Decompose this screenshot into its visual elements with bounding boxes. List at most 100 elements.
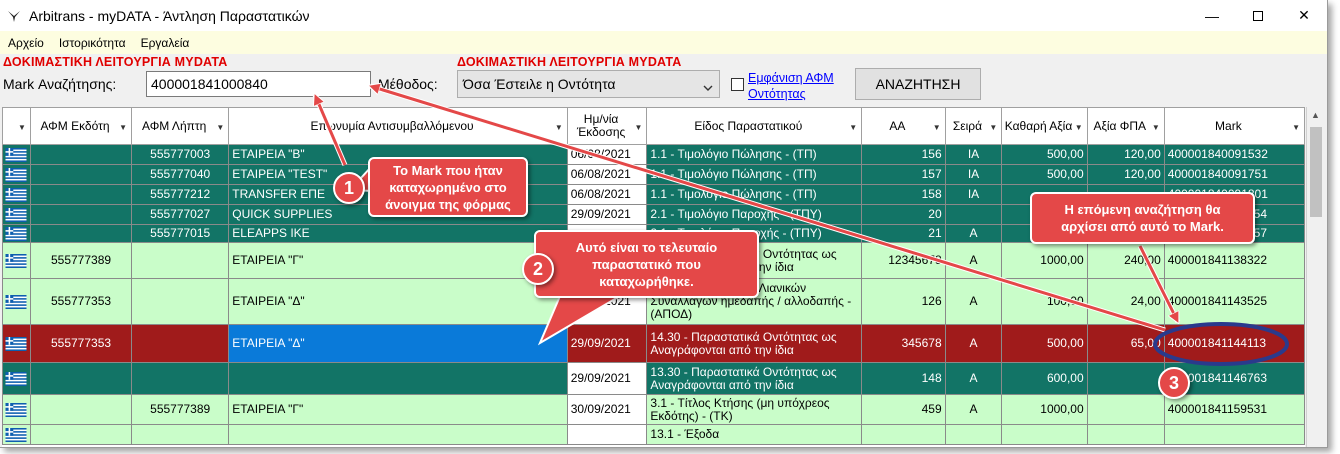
table-row[interactable]: 555777003 ΕΤΑΙΡΕΙΑ "Β" 06/08/2021 1.1 - Τιμ… xyxy=(2,144,1305,165)
cell-net-value[interactable]: 500,00 xyxy=(1001,144,1088,165)
show-afm-link[interactable]: Εμφάνιση ΑΦΜ Οντότητας xyxy=(748,70,834,102)
cell-aa[interactable]: 126 xyxy=(861,278,946,325)
cell-vat-value[interactable] xyxy=(1086,362,1165,395)
header-issuer-afm[interactable]: ΑΦΜ Εκδότη ▼ xyxy=(29,107,133,145)
cell-vat-value[interactable]: 24,00 xyxy=(1086,278,1165,325)
cell-document-type[interactable]: 1.1 - Τιμολόγιο Πώλησης - (ΤΠ) xyxy=(646,144,863,165)
cell-issue-date[interactable]: 06/08/2021 xyxy=(566,184,648,205)
cell-issue-date[interactable]: 30/09/2021 xyxy=(566,394,648,425)
flag-icon[interactable] xyxy=(2,164,31,185)
cell-receiver-afm[interactable] xyxy=(131,424,230,445)
cell-aa[interactable]: 148 xyxy=(861,362,946,395)
cell-counterparty-name[interactable]: ΕΤΑΙΡΕΙΑ "Γ" xyxy=(228,242,568,279)
cell-receiver-afm[interactable]: 555777040 xyxy=(131,164,230,185)
cell-aa[interactable]: 21 xyxy=(861,224,946,243)
cell-net-value[interactable]: 500,00 xyxy=(1001,324,1088,363)
header-mark[interactable]: Mark ▼ xyxy=(1163,107,1305,145)
flag-icon[interactable] xyxy=(2,324,31,363)
cell-series[interactable]: Α xyxy=(944,362,1003,395)
cell-aa[interactable]: 345678 xyxy=(861,324,946,363)
cell-mark[interactable]: 400001841143525 xyxy=(1163,278,1305,325)
cell-mark[interactable]: 400001840091751 xyxy=(1163,164,1305,185)
cell-net-value[interactable]: 1000,00 xyxy=(1001,242,1088,279)
cell-net-value[interactable]: 500,00 xyxy=(1001,164,1088,185)
header-document-type[interactable]: Είδος Παραστατικού ▼ xyxy=(646,107,863,145)
cell-series[interactable]: ΙΑ xyxy=(944,144,1003,165)
cell-counterparty-name[interactable] xyxy=(228,424,568,445)
cell-receiver-afm[interactable] xyxy=(131,278,230,325)
cell-issuer-afm[interactable] xyxy=(29,224,133,243)
cell-document-type[interactable]: 3.1 - Τίτλος Κτήσης (μη υπόχρεος Εκδότης… xyxy=(646,394,863,425)
header-flag[interactable]: ▼ xyxy=(2,107,31,145)
cell-document-type[interactable]: 1.1 - Τιμολόγιο Πώλησης - (ΤΠ) xyxy=(646,164,863,185)
cell-receiver-afm[interactable] xyxy=(131,362,230,395)
cell-mark[interactable] xyxy=(1163,424,1305,445)
flag-icon[interactable] xyxy=(2,424,31,445)
cell-counterparty-name[interactable]: ΕΤΑΙΡΕΙΑ "Δ" xyxy=(228,278,568,325)
header-series[interactable]: Σειρά ▼ xyxy=(944,107,1003,145)
cell-issue-date[interactable]: 06/08/2021 xyxy=(566,164,648,185)
cell-series[interactable]: ΙΑ xyxy=(944,164,1003,185)
cell-vat-value[interactable]: 65,00 xyxy=(1086,324,1165,363)
cell-net-value[interactable]: 1000,00 xyxy=(1001,394,1088,425)
cell-series[interactable] xyxy=(944,204,1003,225)
cell-receiver-afm[interactable]: 555777389 xyxy=(131,394,230,425)
cell-issuer-afm[interactable] xyxy=(29,394,133,425)
cell-vat-value[interactable] xyxy=(1086,424,1165,445)
cell-issuer-afm[interactable] xyxy=(29,204,133,225)
cell-receiver-afm[interactable] xyxy=(131,324,230,363)
menu-file[interactable]: Αρχείο xyxy=(8,36,44,50)
header-aa[interactable]: ΑΑ ▼ xyxy=(861,107,946,145)
cell-receiver-afm[interactable]: 555777027 xyxy=(131,204,230,225)
show-afm-checkbox[interactable] xyxy=(731,78,744,91)
cell-vat-value[interactable]: 120,00 xyxy=(1086,164,1165,185)
cell-counterparty-name[interactable] xyxy=(228,362,568,395)
cell-net-value[interactable]: 100,00 xyxy=(1001,278,1088,325)
minimize-button[interactable]: — xyxy=(1189,0,1235,31)
cell-aa[interactable] xyxy=(861,424,946,445)
cell-counterparty-name[interactable]: ELEAPPS IKE xyxy=(228,224,568,243)
table-row[interactable]: 555777389 ΕΤΑΙΡΕΙΑ "Γ" 30/09/2021 3.1 - Τίτ… xyxy=(2,394,1305,425)
cell-aa[interactable]: 459 xyxy=(861,394,946,425)
cell-series[interactable] xyxy=(944,424,1003,445)
cell-issuer-afm[interactable] xyxy=(29,362,133,395)
cell-receiver-afm[interactable]: 555777212 xyxy=(131,184,230,205)
maximize-button[interactable] xyxy=(1235,0,1281,31)
flag-icon[interactable] xyxy=(2,224,31,243)
cell-issue-date[interactable]: 29/09/2021 xyxy=(566,362,648,395)
cell-issuer-afm[interactable] xyxy=(29,144,133,165)
cell-aa[interactable]: 156 xyxy=(861,144,946,165)
cell-aa[interactable]: 12345678 xyxy=(861,242,946,279)
cell-document-type[interactable]: 1.1 - Τιμολόγιο Πώλησης - (ΤΠ) xyxy=(646,184,863,205)
flag-icon[interactable] xyxy=(2,362,31,395)
table-row[interactable]: 13.1 - Έξοδα xyxy=(2,424,1305,445)
cell-receiver-afm[interactable]: 555777015 xyxy=(131,224,230,243)
cell-issuer-afm[interactable]: 555777353 xyxy=(29,278,133,325)
cell-document-type[interactable]: 14.30 - Παραστατικά Οντότητας ως Αναγράφ… xyxy=(646,324,863,363)
cell-issue-date[interactable]: 29/09/2021 xyxy=(566,324,648,363)
menu-history[interactable]: Ιστορικότητα xyxy=(59,36,126,50)
cell-mark[interactable]: 400001841144113 xyxy=(1163,324,1305,363)
cell-issue-date[interactable]: 29/09/2021 xyxy=(566,204,648,225)
cell-vat-value[interactable]: 240,00 xyxy=(1086,242,1165,279)
cell-mark[interactable]: 400001841159531 xyxy=(1163,394,1305,425)
cell-net-value[interactable] xyxy=(1001,424,1088,445)
method-select[interactable]: Όσα Έστειλε η Οντότητα xyxy=(457,70,720,98)
cell-document-type[interactable]: 13.30 - Παραστατικά Οντότητας ως Αναγράφ… xyxy=(646,362,863,395)
cell-series[interactable]: ΙΑ xyxy=(944,184,1003,205)
table-row[interactable]: 555777040 ΕΤΑΙΡΕΙΑ "TEST" 06/08/2021 1.1 - … xyxy=(2,164,1305,185)
cell-net-value[interactable]: 600,00 xyxy=(1001,362,1088,395)
cell-counterparty-name[interactable]: ΕΤΑΙΡΕΙΑ "Δ" xyxy=(228,324,568,363)
cell-mark[interactable]: 400001841138322 xyxy=(1163,242,1305,279)
header-counterparty-name[interactable]: Επωνυμία Αντισυμβαλλόμενου ▼ xyxy=(228,107,568,145)
flag-icon[interactable] xyxy=(2,204,31,225)
scroll-up-icon[interactable]: ▲ xyxy=(1311,110,1320,120)
cell-series[interactable]: Α xyxy=(944,224,1003,243)
cell-series[interactable]: Α xyxy=(944,278,1003,325)
cell-receiver-afm[interactable] xyxy=(131,242,230,279)
cell-issue-date[interactable]: 06/08/2021 xyxy=(566,144,648,165)
cell-issue-date[interactable] xyxy=(566,424,648,445)
header-issue-date[interactable]: Ημ/νία Έκδοσης ▼ xyxy=(566,107,648,145)
cell-aa[interactable]: 157 xyxy=(861,164,946,185)
cell-issuer-afm[interactable]: 555777353 xyxy=(29,324,133,363)
